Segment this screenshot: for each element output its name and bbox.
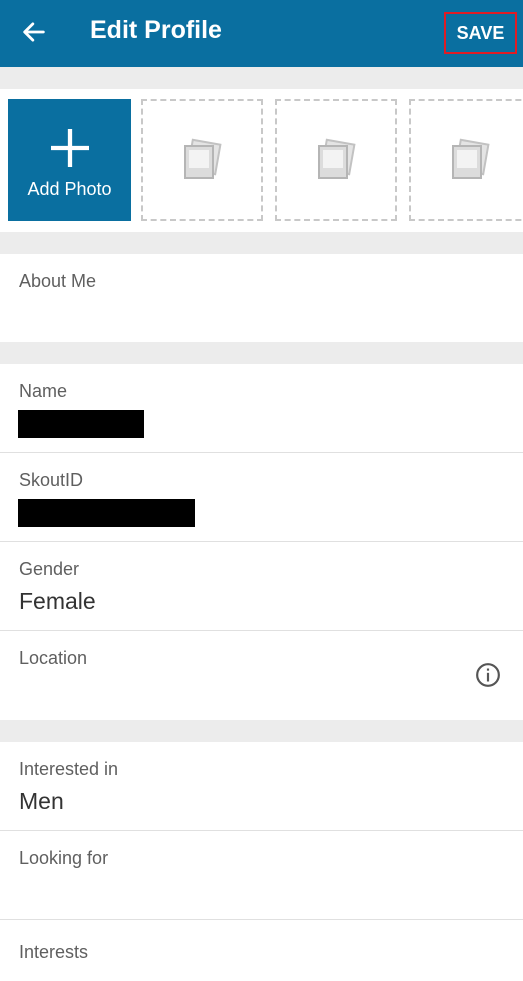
profile-info-section: Name SkoutID Gender Female Location <box>0 364 523 720</box>
interested-in-label: Interested in <box>19 759 119 779</box>
interests-label: Interests <box>19 942 89 962</box>
back-arrow-icon[interactable] <box>20 18 48 46</box>
photo-placeholder-icon <box>318 138 356 179</box>
name-field[interactable]: Name <box>0 364 523 453</box>
interests-field[interactable]: Interests <box>0 920 523 981</box>
skoutid-label: SkoutID <box>19 470 84 490</box>
interested-in-value: Men <box>19 788 64 814</box>
add-photo-label: Add Photo <box>27 179 112 199</box>
location-field[interactable]: Location <box>0 631 523 720</box>
location-label: Location <box>19 648 88 668</box>
interested-in-field[interactable]: Interested in Men <box>0 742 523 831</box>
photo-placeholder-icon <box>452 138 490 179</box>
photo-slot[interactable] <box>409 99 523 221</box>
plus-icon <box>50 129 89 167</box>
name-label: Name <box>19 381 68 401</box>
about-me-field[interactable]: About Me <box>0 254 523 342</box>
photo-slot[interactable] <box>141 99 263 221</box>
about-section: About Me <box>0 254 523 342</box>
looking-for-label: Looking for <box>19 848 109 868</box>
save-button[interactable]: SAVE <box>444 12 517 54</box>
photo-slot[interactable] <box>275 99 397 221</box>
gender-label: Gender <box>19 559 80 579</box>
info-icon[interactable] <box>475 662 501 688</box>
add-photo-button[interactable]: Add Photo <box>8 99 131 221</box>
gender-field[interactable]: Gender Female <box>0 542 523 631</box>
page-title: Edit Profile <box>90 16 222 44</box>
skoutid-field[interactable]: SkoutID <box>0 453 523 542</box>
name-value-redacted <box>18 410 144 438</box>
about-me-label: About Me <box>19 271 97 291</box>
app-bar: Edit Profile SAVE <box>0 0 523 67</box>
skoutid-value-redacted <box>18 499 195 527</box>
looking-for-field[interactable]: Looking for <box>0 831 523 920</box>
gender-value: Female <box>19 588 96 614</box>
photo-strip: Add Photo <box>0 89 523 232</box>
photo-placeholder-icon <box>184 138 222 179</box>
preferences-section: Interested in Men Looking for Interests <box>0 742 523 981</box>
